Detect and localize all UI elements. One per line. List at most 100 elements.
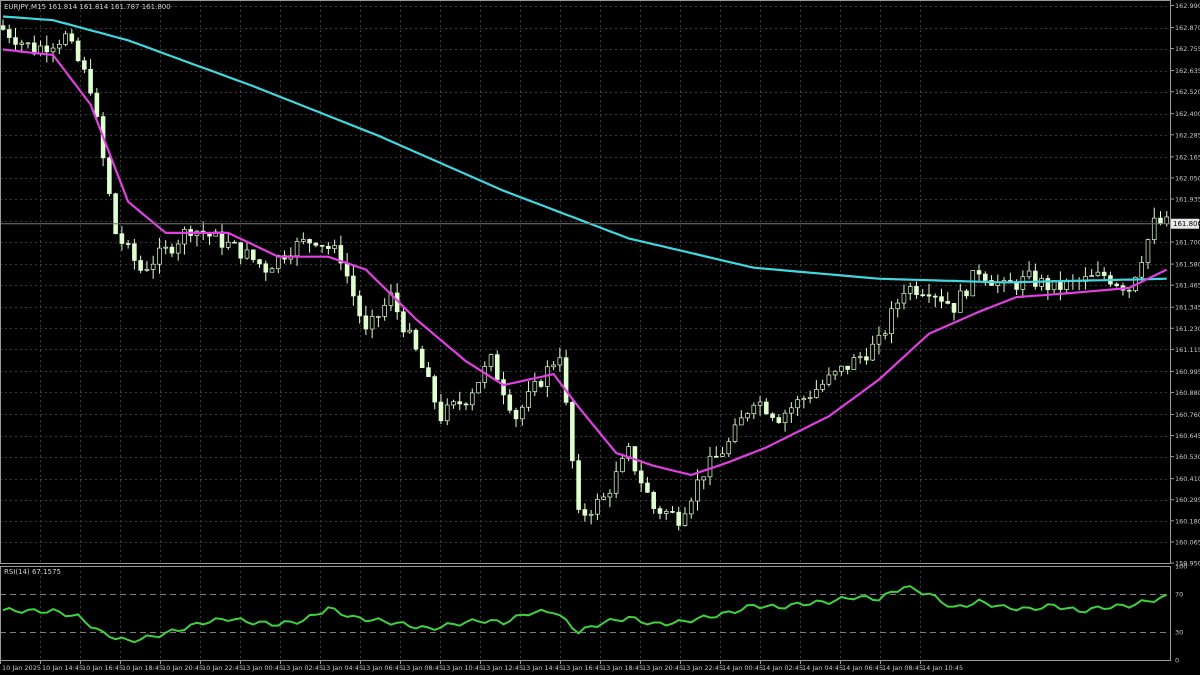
candle-bear [69,33,75,42]
candle-bear [401,311,406,333]
candle-bear [638,470,644,484]
candle-bull [876,334,882,345]
candle-bull [369,316,375,330]
candle-bull [789,407,794,414]
candle-bull [301,239,306,242]
time-tick-label: 14 Jan 00:45 [722,664,763,672]
candle-bear [357,295,362,317]
candle-bear [457,401,463,405]
time-tick-label: 13 Jan 18:45 [602,664,643,672]
candle-bear [920,294,926,297]
candle-bear [313,242,319,246]
candle-bear [582,509,588,516]
candle-bear [570,401,575,462]
price-tick-label: 162.520 [1175,88,1200,96]
candle-bull [163,246,168,249]
candle-bear [138,260,143,271]
candle-bull [851,357,857,370]
candle-bear [964,290,969,297]
candle-bear [951,303,957,313]
candle-bear [207,233,212,237]
candle-bull [895,302,900,310]
candle-bull [820,383,825,390]
candle-bear [932,295,938,298]
candle-bull [1064,280,1069,290]
candle-bull [551,364,556,368]
price-tick-label: 161.580 [1175,261,1200,269]
candle-bear [1158,217,1163,225]
candle-bear [6,29,12,38]
candle-bear [926,294,932,297]
candle-bull [25,42,31,45]
candle-bear [501,379,506,396]
time-tick-label: 14 Jan 06:45 [842,664,883,672]
candle-bull [970,270,976,297]
candle-bear [75,40,81,62]
rsi-tick-label: 30 [1175,628,1183,636]
candle-bear [125,243,131,245]
candle-bear [438,401,444,422]
time-tick-label: 14 Jan 10:45 [922,664,963,672]
candle-bear [263,263,269,273]
time-tick-label: 14 Jan 04:45 [802,664,843,672]
candle-bear [351,275,356,297]
candle-bull [488,354,494,367]
time-tick-label: 10 Jan 2025 [2,664,41,672]
candle-bull [182,229,187,245]
candle-bear [463,403,469,406]
candle-bear [657,508,663,514]
candle-bull [857,356,863,359]
candle-bull [814,389,819,398]
candle-bull [688,500,694,515]
candle-bear [864,356,869,361]
time-tick-label: 13 Jan 22:45 [682,664,723,672]
candle-bear [426,367,431,377]
candle-bull [901,293,907,304]
time-tick-label: 13 Jan 02:45 [282,664,323,672]
time-tick-label: 14 Jan 02:45 [762,664,803,672]
candle-bull [557,357,563,366]
candle-bear [326,245,331,249]
price-tick-label: 160.760 [1175,411,1200,419]
candle-bull [801,398,807,401]
candle-bear [1033,270,1038,287]
candle-bull [1145,239,1151,263]
time-tick-label: 13 Jan 00:45 [242,664,283,672]
candle-bear [307,239,312,244]
candle-bull [707,455,713,478]
time-tick-label: 13 Jan 12:45 [482,664,523,672]
candle-bear [713,455,719,458]
price-tick-label: 160.295 [1175,496,1200,504]
candle-bull [751,404,757,414]
candle-bull [1164,216,1170,225]
candle-bull [476,382,481,394]
candle-bull [620,458,625,473]
price-tick-label: 160.995 [1175,368,1200,376]
current-price-label: 161.800 [1173,220,1200,228]
candle-bear [44,45,50,53]
rsi-tick-label: 100 [1175,563,1187,571]
candle-bull [520,406,525,420]
time-tick-label: 10 Jan 22:45 [202,664,243,672]
candle-bull [175,243,181,254]
chart-canvas[interactable]: 162.990 162.870 162.755 162.635 162.520 162.4… [0,0,1200,675]
candle-bull [532,381,538,392]
rsi-header: RSI(14) 67.1575 [4,568,61,576]
candle-bull [695,479,700,502]
time-tick-label: 13 Jan 10:45 [442,664,483,672]
symbol-header: EURJPY,M15 161.814 161.814 161.787 161.8… [4,3,171,11]
price-tick-label: 161.345 [1175,304,1200,312]
candle-bull [1139,262,1145,278]
candle-bull [726,441,732,455]
candle-bull [682,513,688,526]
candle-bull [832,370,838,376]
time-tick-label: 10 Jan 14:45 [42,664,83,672]
candle-bear [651,491,656,509]
candle-bear [232,241,237,244]
price-tick-label: 162.400 [1175,110,1200,118]
rsi-tick-label: 0 [1175,657,1179,665]
candle-bull [663,511,669,514]
candle-bear [219,231,225,248]
candle-bear [776,417,782,424]
price-tick-label: 160.530 [1175,453,1200,461]
